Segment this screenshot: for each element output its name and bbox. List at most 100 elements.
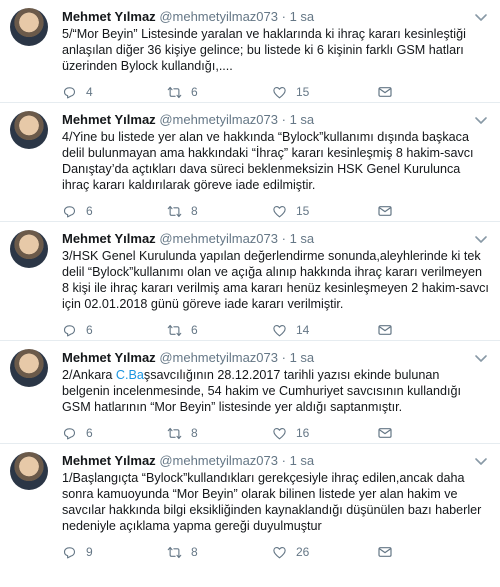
avatar[interactable] <box>10 349 48 387</box>
like-count: 16 <box>296 426 310 440</box>
tweet-header: Mehmet Yılmaz @mehmetyilmaz073 · 1 sa <box>62 230 490 247</box>
mail-icon <box>378 206 392 216</box>
tweet[interactable]: Mehmet Yılmaz @mehmetyilmaz073 · 1 sa 4/… <box>0 103 500 222</box>
retweet-button[interactable]: 8 <box>167 204 272 219</box>
heart-icon <box>273 86 286 98</box>
author-name[interactable]: Mehmet Yılmaz <box>62 112 156 127</box>
retweet-count: 6 <box>191 85 198 99</box>
direct-message-button[interactable] <box>377 544 482 560</box>
tweet-text: 2/Ankara C.Başsavcılığının 28.12.2017 ta… <box>62 367 490 415</box>
avatar[interactable] <box>10 452 48 490</box>
reply-count: 6 <box>86 204 93 218</box>
tweet-text: 3/HSK Genel Kurulunda yapılan değerlendi… <box>62 248 490 312</box>
reply-count: 4 <box>86 85 93 99</box>
reply-icon <box>63 546 76 558</box>
reply-button[interactable]: 6 <box>62 204 167 219</box>
like-count: 15 <box>296 85 310 99</box>
avatar[interactable] <box>10 230 48 268</box>
tweet[interactable]: Mehmet Yılmaz @mehmetyilmaz073 · 1 sa 2/… <box>0 341 500 444</box>
retweet-button[interactable]: 6 <box>167 323 272 338</box>
separator-dot: · <box>281 9 286 24</box>
tweet[interactable]: Mehmet Yılmaz @mehmetyilmaz073 · 1 sa 5/… <box>0 0 500 103</box>
chevron-down-icon[interactable] <box>474 12 488 22</box>
tweet-actions: 9 8 26 <box>62 542 490 562</box>
like-count: 26 <box>296 545 310 559</box>
heart-icon <box>273 205 286 217</box>
tweet-header: Mehmet Yılmaz @mehmetyilmaz073 · 1 sa <box>62 111 490 128</box>
retweet-count: 6 <box>191 323 198 337</box>
avatar[interactable] <box>10 111 48 149</box>
reply-button[interactable]: 9 <box>62 545 167 560</box>
tweet-text-highlight[interactable]: C.Ba <box>116 368 144 382</box>
separator-dot: · <box>281 453 286 468</box>
separator-dot: · <box>281 231 286 246</box>
tweet[interactable]: Mehmet Yılmaz @mehmetyilmaz073 · 1 sa 1/… <box>0 444 500 562</box>
like-button[interactable]: 15 <box>272 204 377 219</box>
tweet-actions: 6 8 15 <box>62 201 490 221</box>
mail-icon <box>378 87 392 97</box>
retweet-icon <box>167 427 182 439</box>
tweet-time[interactable]: 1 sa <box>290 9 315 24</box>
heart-icon <box>273 427 286 439</box>
retweet-icon <box>167 86 182 98</box>
tweet-header: Mehmet Yılmaz @mehmetyilmaz073 · 1 sa <box>62 8 490 25</box>
like-button[interactable]: 26 <box>272 545 377 560</box>
tweet-text-body: 1/Başlangıçta “Bylock”kullandıkları gere… <box>62 471 482 533</box>
tweet-time[interactable]: 1 sa <box>290 112 315 127</box>
mail-icon <box>378 428 392 438</box>
reply-button[interactable]: 6 <box>62 426 167 441</box>
separator-dot: · <box>281 112 286 127</box>
reply-count: 6 <box>86 426 93 440</box>
tweet-header: Mehmet Yılmaz @mehmetyilmaz073 · 1 sa <box>62 349 490 366</box>
author-handle[interactable]: @mehmetyilmaz073 <box>159 112 278 127</box>
author-name[interactable]: Mehmet Yılmaz <box>62 231 156 246</box>
direct-message-button[interactable] <box>377 322 482 338</box>
tweet-text-body: 4/Yine bu listede yer alan ve hakkında “… <box>62 130 474 192</box>
reply-count: 9 <box>86 545 93 559</box>
reply-button[interactable]: 6 <box>62 323 167 338</box>
author-name[interactable]: Mehmet Yılmaz <box>62 9 156 24</box>
author-handle[interactable]: @mehmetyilmaz073 <box>159 350 278 365</box>
tweet-text-body: 3/HSK Genel Kurulunda yapılan değerlendi… <box>62 249 489 311</box>
retweet-button[interactable]: 6 <box>167 85 272 100</box>
author-handle[interactable]: @mehmetyilmaz073 <box>159 231 278 246</box>
reply-button[interactable]: 4 <box>62 85 167 100</box>
tweet-time[interactable]: 1 sa <box>290 453 315 468</box>
direct-message-button[interactable] <box>377 84 482 100</box>
tweet-time[interactable]: 1 sa <box>290 350 315 365</box>
separator-dot: · <box>281 350 286 365</box>
tweet-actions: 6 6 14 <box>62 320 490 340</box>
chevron-down-icon[interactable] <box>474 115 488 125</box>
retweet-icon <box>167 546 182 558</box>
chevron-down-icon[interactable] <box>474 353 488 363</box>
author-handle[interactable]: @mehmetyilmaz073 <box>159 9 278 24</box>
retweet-button[interactable]: 8 <box>167 426 272 441</box>
tweet-time[interactable]: 1 sa <box>290 231 315 246</box>
direct-message-button[interactable] <box>377 203 482 219</box>
retweet-button[interactable]: 8 <box>167 545 272 560</box>
like-button[interactable]: 16 <box>272 426 377 441</box>
direct-message-button[interactable] <box>377 425 482 441</box>
chevron-down-icon[interactable] <box>474 456 488 466</box>
tweet-header: Mehmet Yılmaz @mehmetyilmaz073 · 1 sa <box>62 452 490 469</box>
like-button[interactable]: 15 <box>272 85 377 100</box>
reply-icon <box>63 324 76 336</box>
retweet-count: 8 <box>191 545 198 559</box>
like-count: 15 <box>296 204 310 218</box>
avatar[interactable] <box>10 8 48 46</box>
mail-icon <box>378 325 392 335</box>
tweet-text-prefix: 2/Ankara <box>62 368 116 382</box>
reply-icon <box>63 86 76 98</box>
chevron-down-icon[interactable] <box>474 234 488 244</box>
tweet[interactable]: Mehmet Yılmaz @mehmetyilmaz073 · 1 sa 3/… <box>0 222 500 341</box>
timeline: Mehmet Yılmaz @mehmetyilmaz073 · 1 sa 5/… <box>0 0 500 562</box>
retweet-icon <box>167 324 182 336</box>
heart-icon <box>273 546 286 558</box>
author-handle[interactable]: @mehmetyilmaz073 <box>159 453 278 468</box>
author-name[interactable]: Mehmet Yılmaz <box>62 350 156 365</box>
author-name[interactable]: Mehmet Yılmaz <box>62 453 156 468</box>
tweet-actions: 6 8 16 <box>62 423 490 443</box>
tweet-text-body: 5/“Mor Beyin” Listesinde yaralan ve hakl… <box>62 27 466 73</box>
like-button[interactable]: 14 <box>272 323 377 338</box>
retweet-icon <box>167 205 182 217</box>
